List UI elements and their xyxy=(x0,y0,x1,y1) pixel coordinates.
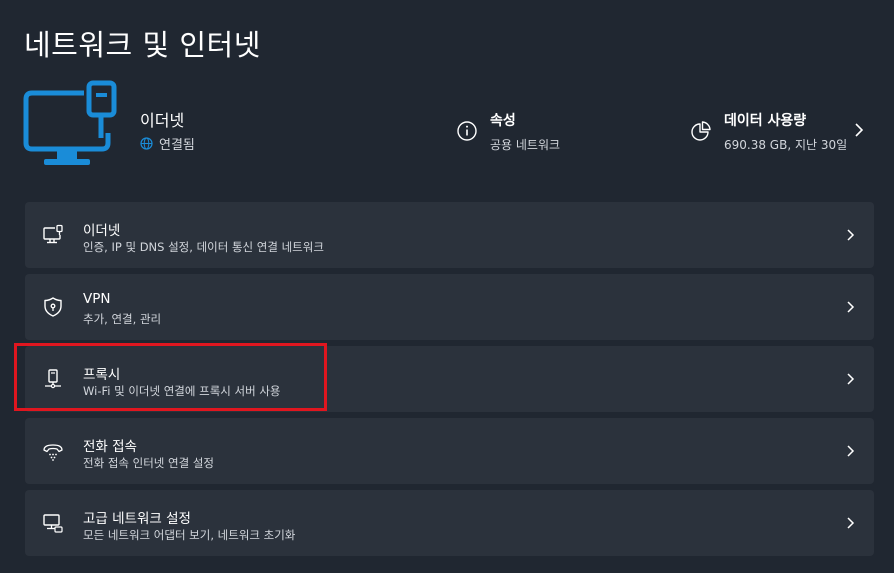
chevron-right-icon xyxy=(846,372,855,386)
ethernet-monitor-icon xyxy=(22,80,122,176)
pie-chart-icon xyxy=(690,120,712,142)
ethernet-icon xyxy=(42,224,64,246)
card-title: VPN xyxy=(83,291,111,307)
chevron-right-icon xyxy=(846,228,855,242)
highlight-box xyxy=(14,343,327,411)
card-ethernet[interactable]: 이더넷 인증, IP 및 DNS 설정, 데이터 통신 연결 네트워크 xyxy=(25,202,874,268)
card-subtitle: 전화 접속 인터넷 연결 설정 xyxy=(83,456,215,470)
card-subtitle: 인증, IP 및 DNS 설정, 데이터 통신 연결 네트워크 xyxy=(83,240,324,254)
network-pc-icon xyxy=(42,512,64,534)
shield-icon xyxy=(42,296,64,318)
card-title: 고급 네트워크 설정 xyxy=(83,511,191,527)
connection-name: 이더넷 xyxy=(140,111,185,130)
card-vpn[interactable]: VPN 추가, 연결, 관리 xyxy=(25,274,874,340)
data-usage-subtitle: 690.38 GB, 지난 30일 xyxy=(724,138,848,152)
globe-icon xyxy=(140,137,153,150)
card-subtitle: 모든 네트워크 어댑터 보기, 네트워크 초기화 xyxy=(83,528,296,542)
dialup-phone-icon xyxy=(42,440,64,462)
properties-link[interactable]: 속성 공용 네트워크 xyxy=(456,110,560,153)
connection-status: 연결됨 xyxy=(140,134,195,153)
card-advanced-network[interactable]: 고급 네트워크 설정 모든 네트워크 어댑터 보기, 네트워크 초기화 xyxy=(25,490,874,556)
properties-subtitle: 공용 네트워크 xyxy=(490,138,561,152)
card-dialup[interactable]: 전화 접속 전화 접속 인터넷 연결 설정 xyxy=(25,418,874,484)
card-subtitle: 추가, 연결, 관리 xyxy=(83,312,162,326)
data-usage-title: 데이터 사용량 xyxy=(724,113,807,129)
chevron-right-icon xyxy=(846,516,855,530)
card-title: 이더넷 xyxy=(83,223,121,239)
info-icon xyxy=(456,120,478,142)
page-title: 네트워크 및 인터넷 xyxy=(24,28,261,62)
data-usage-link[interactable]: 데이터 사용량 690.38 GB, 지난 30일 xyxy=(690,110,847,153)
chevron-right-icon[interactable] xyxy=(853,122,865,138)
chevron-right-icon xyxy=(846,444,855,458)
connection-status-label: 연결됨 xyxy=(159,138,195,153)
properties-title: 속성 xyxy=(490,113,516,129)
chevron-right-icon xyxy=(846,300,855,314)
card-title: 전화 접속 xyxy=(83,439,137,455)
